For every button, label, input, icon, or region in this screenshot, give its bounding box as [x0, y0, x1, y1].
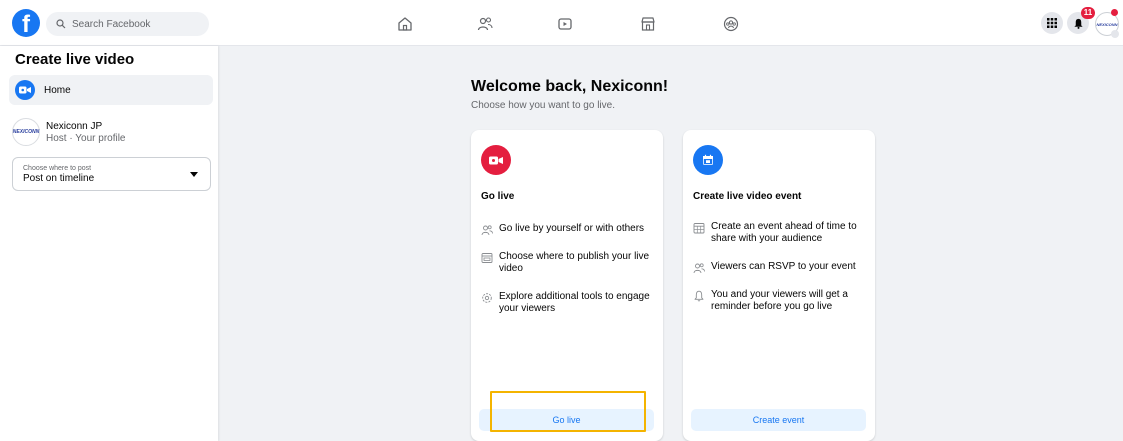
feature-item: Create an event ahead of time to share w… — [693, 221, 869, 245]
top-navigation-bar: f Search Facebook 11 NEXICONN — [0, 0, 1123, 46]
welcome-heading: Welcome back, Nexiconn! — [471, 78, 669, 95]
avatar-logo-text: NEXICONN — [1096, 21, 1118, 27]
friends-nav-icon[interactable] — [475, 14, 495, 34]
account-chevron-down-icon[interactable] — [1111, 30, 1119, 38]
caret-down-icon — [190, 172, 198, 177]
feature-text: Go live by yourself or with others — [499, 223, 645, 234]
profile-logo-text: NEXICONN — [12, 129, 40, 135]
profile-subtitle: Host · Your profile — [46, 132, 126, 144]
go-live-highlight-box — [490, 391, 646, 432]
feature-item: Choose where to publish your live video — [481, 251, 657, 275]
facebook-logo-icon[interactable]: f — [12, 9, 40, 37]
feature-text: Viewers can RSVP to your event — [711, 261, 856, 272]
publish-page-icon — [481, 253, 493, 263]
left-sidebar: Create live video Home NEXICONN Nexiconn… — [0, 46, 218, 441]
select-label: Choose where to post — [23, 165, 92, 172]
home-nav-icon[interactable] — [395, 14, 415, 34]
post-destination-select[interactable]: Choose where to post Post on timeline — [12, 157, 211, 191]
sidebar-item-home[interactable]: Home — [9, 75, 213, 105]
sidebar-title: Create live video — [15, 51, 135, 68]
bell-icon — [1073, 18, 1083, 29]
grid-icon — [1047, 18, 1057, 28]
watch-nav-icon[interactable] — [555, 14, 575, 34]
bell-outline-icon — [694, 290, 704, 302]
feature-text: Choose where to publish your live video — [499, 251, 650, 274]
feature-text: Explore additional tools to engage your … — [499, 291, 650, 314]
avatar-status-dot — [1111, 9, 1118, 16]
marketplace-nav-icon[interactable] — [638, 14, 658, 34]
gear-icon — [482, 293, 492, 303]
groups-nav-icon[interactable] — [721, 14, 741, 34]
live-video-icon — [15, 80, 35, 100]
search-input[interactable]: Search Facebook — [46, 12, 209, 36]
sidebar-item-label: Home — [44, 84, 71, 96]
feature-item: You and your viewers will get a reminder… — [693, 289, 869, 313]
feature-item: Viewers can RSVP to your event — [693, 261, 869, 274]
card-title: Create live video event — [693, 191, 802, 202]
host-profile[interactable]: NEXICONN Nexiconn JP Host · Your profile — [12, 118, 126, 146]
create-live-event-card: Create live video event Create an event … — [683, 130, 875, 441]
notification-count-badge: 11 — [1081, 7, 1095, 19]
feature-text: Create an event ahead of time to share w… — [711, 221, 857, 244]
create-event-button[interactable]: Create event — [691, 409, 866, 431]
profile-avatar: NEXICONN — [12, 118, 40, 146]
calendar-outline-icon — [693, 223, 705, 234]
menu-grid-button[interactable] — [1041, 12, 1063, 34]
people-icon — [481, 225, 493, 236]
card-title: Go live — [481, 191, 515, 202]
go-live-camera-icon — [481, 145, 511, 175]
people-icon — [693, 263, 705, 274]
feature-text: You and your viewers will get a reminder… — [711, 289, 848, 312]
feature-item: Go live by yourself or with others — [481, 223, 657, 236]
search-icon — [56, 19, 66, 29]
welcome-subtitle: Choose how you want to go live. — [471, 100, 615, 111]
search-placeholder: Search Facebook — [72, 18, 151, 30]
calendar-icon — [693, 145, 723, 175]
profile-name: Nexiconn JP — [46, 120, 103, 132]
select-value: Post on timeline — [23, 173, 95, 184]
feature-item: Explore additional tools to engage your … — [481, 291, 657, 315]
